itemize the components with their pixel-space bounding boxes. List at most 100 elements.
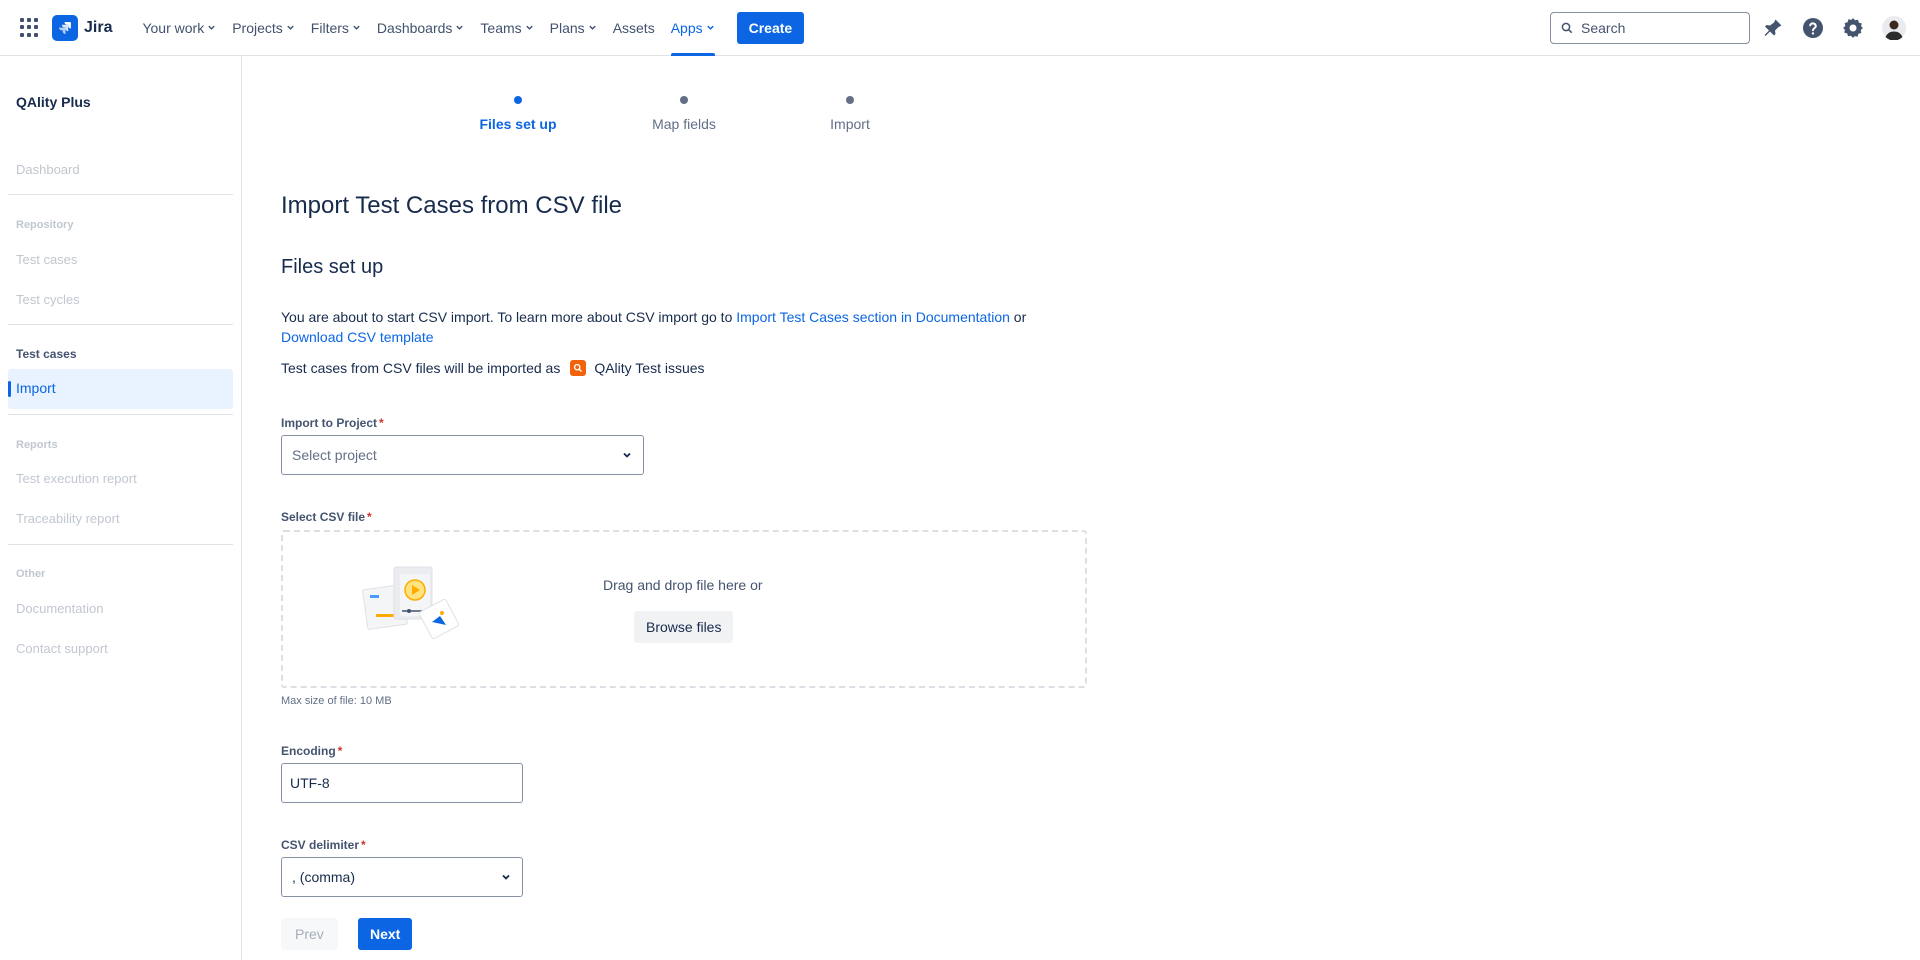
sidebar-divider (8, 544, 233, 545)
notifications-icon[interactable] (1761, 16, 1785, 40)
sidebar-item-test-execution-report[interactable]: Test execution report (16, 471, 137, 486)
sidebar-item-contact-support[interactable]: Contact support (16, 641, 108, 656)
csv-file-label-text: Select CSV file (281, 510, 366, 524)
sidebar-item-dashboard[interactable]: Dashboard (16, 162, 80, 177)
nav-apps[interactable]: Apps (663, 0, 723, 56)
sidebar-section-repository: Repository (16, 219, 74, 231)
required-mark: * (361, 838, 366, 852)
nav-filters[interactable]: Filters (303, 0, 369, 56)
delimiter-label-text: CSV delimiter (281, 838, 360, 852)
jira-logo[interactable]: Jira (52, 14, 113, 41)
sidebar-section-other: Other (16, 568, 46, 580)
sidebar-divider (8, 414, 233, 415)
project-select[interactable]: Select project (281, 435, 644, 475)
max-file-size-hint: Max size of file: 10 MB (281, 695, 392, 707)
required-mark: * (337, 744, 343, 758)
sidebar-item-import-label: Import (16, 380, 56, 396)
create-button[interactable]: Create (736, 11, 805, 44)
nav-dashboards-label: Dashboards (376, 19, 453, 36)
jira-logo-icon (52, 14, 78, 41)
project-select-placeholder: Select project (292, 447, 377, 463)
intro-or: or (1009, 309, 1027, 325)
sidebar-section-test-cases: Test cases (16, 347, 77, 361)
nav-apps-label: Apps (670, 19, 703, 36)
step-import: Import (780, 96, 920, 132)
intro-text-body: You are about to start CSV import. To le… (281, 309, 737, 325)
download-template-link[interactable]: Download CSV template (281, 329, 434, 345)
required-mark: * (379, 416, 384, 430)
issue-type-text: Test cases from CSV files will be import… (281, 360, 561, 376)
delimiter-label: CSV delimiter * (281, 838, 366, 852)
step-map-fields: Map fields (614, 96, 754, 132)
next-button[interactable]: Next (358, 918, 413, 950)
step-dot (514, 96, 522, 104)
step-dot (680, 96, 688, 104)
encoding-label: Encoding * (281, 744, 342, 758)
app-switcher-icon[interactable] (20, 17, 40, 38)
chevron-down-icon (353, 25, 360, 30)
search-box[interactable] (1550, 12, 1750, 44)
nav-assets[interactable]: Assets (605, 0, 663, 56)
csv-file-label: Select CSV file * (281, 510, 372, 524)
nav-plans[interactable]: Plans (542, 0, 605, 56)
step-label: Import (830, 116, 870, 132)
nav-menu: Your work Projects Filters Dashboards Te… (134, 0, 722, 56)
issue-type-name: QAlity Test issues (594, 360, 705, 376)
nav-teams-label: Teams (480, 19, 522, 36)
step-files-set-up: Files set up (448, 96, 588, 132)
chevron-down-icon (623, 452, 631, 458)
search-input[interactable] (1579, 19, 1733, 37)
chevron-down-icon (502, 874, 510, 880)
project-label-text: Import to Project (281, 416, 378, 430)
nav-teams[interactable]: Teams (472, 0, 541, 56)
page-title: Import Test Cases from CSV file (281, 192, 622, 219)
sidebar-item-test-cycles[interactable]: Test cycles (16, 292, 80, 307)
top-navigation: Jira Your work Projects Filters Dashboar… (0, 0, 1920, 56)
delimiter-select-value: , (comma) (292, 869, 355, 885)
encoding-input[interactable] (281, 763, 523, 803)
nav-your-work-label: Your work (142, 19, 205, 36)
required-mark: * (367, 510, 372, 524)
step-dot (846, 96, 854, 104)
file-upload-illustration-icon (362, 566, 460, 640)
chevron-down-icon (706, 25, 714, 30)
section-title: Files set up (281, 256, 384, 278)
sidebar-section-reports: Reports (16, 439, 58, 451)
nav-your-work[interactable]: Your work (134, 0, 224, 56)
dropzone-text: Drag and drop file here or (603, 577, 763, 593)
prev-button[interactable]: Prev (281, 918, 338, 950)
step-label: Map fields (652, 116, 716, 132)
project-label: Import to Project * (281, 416, 384, 430)
chevron-down-icon (525, 25, 533, 30)
sidebar-title: QAlity Plus (16, 94, 91, 110)
chevron-down-icon (456, 25, 464, 30)
settings-icon[interactable] (1841, 16, 1865, 40)
avatar[interactable] (1882, 16, 1906, 40)
sidebar-item-test-cases[interactable]: Test cases (16, 252, 77, 267)
browse-files-button[interactable]: Browse files (634, 611, 734, 643)
app-name: Jira (84, 18, 113, 36)
chevron-down-icon (208, 25, 215, 30)
qality-test-icon (570, 360, 587, 376)
active-indicator (8, 381, 11, 397)
nav-plans-label: Plans (549, 19, 585, 36)
step-label: Files set up (479, 116, 557, 132)
intro-text: You are about to start CSV import. To le… (281, 307, 1081, 347)
sidebar-item-traceability-report[interactable]: Traceability report (16, 511, 120, 526)
search-icon (1561, 22, 1573, 34)
sidebar-divider (8, 194, 233, 195)
nav-projects[interactable]: Projects (224, 0, 303, 56)
chevron-down-icon (588, 25, 596, 30)
help-icon[interactable] (1801, 16, 1825, 40)
issue-type-line: Test cases from CSV files will be import… (281, 360, 705, 376)
sidebar-item-documentation[interactable]: Documentation (16, 601, 103, 616)
nav-projects-label: Projects (232, 19, 283, 36)
nav-assets-label: Assets (612, 19, 655, 36)
encoding-label-text: Encoding (281, 744, 336, 758)
delimiter-select[interactable]: , (comma) (281, 857, 523, 897)
chevron-down-icon (287, 25, 294, 30)
nav-dashboards[interactable]: Dashboards (369, 0, 473, 56)
nav-filters-label: Filters (310, 19, 349, 36)
documentation-link[interactable]: Import Test Cases section in Documentati… (736, 309, 1010, 325)
sidebar-divider (8, 324, 233, 325)
